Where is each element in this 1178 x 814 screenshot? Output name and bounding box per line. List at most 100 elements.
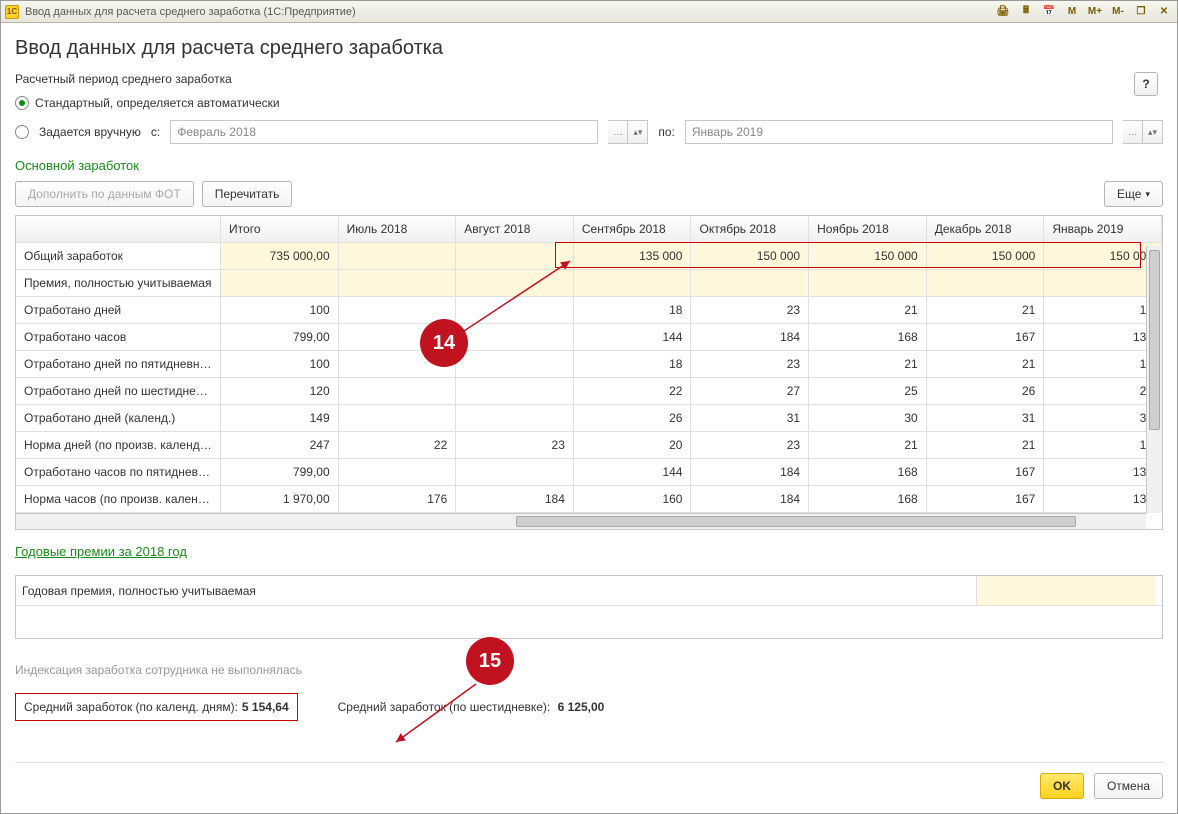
table-cell[interactable]: 167 [926,486,1044,513]
col-header[interactable]: Август 2018 [456,216,574,243]
help-button[interactable]: ? [1134,72,1158,96]
table-cell[interactable] [691,270,809,297]
table-cell[interactable]: 799,00 [221,324,339,351]
table-cell[interactable]: 136 [1044,324,1162,351]
table-cell[interactable]: 136 [1044,459,1162,486]
col-header[interactable]: Декабрь 2018 [926,216,1044,243]
table-cell[interactable]: 30 [809,405,927,432]
cancel-button[interactable]: Отмена [1094,773,1163,799]
mem-m-button[interactable]: M [1063,4,1081,20]
table-row[interactable]: Премия, полностью учитываемая [16,270,1162,297]
table-cell[interactable]: 149 [221,405,339,432]
period-auto-radio[interactable] [15,96,29,110]
table-cell[interactable]: 120 [221,378,339,405]
period-to-input[interactable]: Январь 2019 [685,120,1113,144]
table-cell[interactable]: 17 [1044,351,1162,378]
table-cell[interactable]: 168 [809,486,927,513]
col-header[interactable]: Январь 2019 [1044,216,1162,243]
table-cell[interactable]: 18 [573,297,691,324]
table-cell[interactable]: 150 000 [691,243,809,270]
table-cell[interactable]: 23 [691,351,809,378]
table-cell[interactable]: 21 [809,297,927,324]
table-cell[interactable]: 27 [691,378,809,405]
ok-button[interactable]: OK [1040,773,1084,799]
table-cell[interactable]: 167 [926,459,1044,486]
period-to-stepper[interactable]: ▴▾ [1143,120,1163,144]
table-cell[interactable]: 25 [809,378,927,405]
table-cell[interactable]: 184 [691,324,809,351]
col-header[interactable]: Октябрь 2018 [691,216,809,243]
table-cell[interactable]: 26 [573,405,691,432]
table-cell[interactable]: 18 [573,351,691,378]
table-cell[interactable]: 26 [926,378,1044,405]
table-row[interactable]: Общий заработок735 000,00135 000150 0001… [16,243,1162,270]
table-cell[interactable] [456,378,574,405]
table-cell[interactable] [573,270,691,297]
table-cell[interactable]: 31 [691,405,809,432]
table-cell[interactable] [926,270,1044,297]
table-cell[interactable]: 247 [221,432,339,459]
table-cell[interactable]: 20 [573,432,691,459]
table-cell[interactable]: 176 [338,486,456,513]
horizontal-scrollbar[interactable] [16,513,1146,529]
table-cell[interactable]: 23 [691,297,809,324]
table-cell[interactable]: 17 [1044,297,1162,324]
table-cell[interactable]: 168 [809,459,927,486]
table-row[interactable]: Отработано дней по пятидневной...1001823… [16,351,1162,378]
table-cell[interactable]: 168 [809,324,927,351]
annual-premiums-title[interactable]: Годовые премии за 2018 год [15,544,1163,559]
table-cell[interactable]: 23 [691,432,809,459]
window-close-icon[interactable]: ✕ [1155,4,1173,20]
col-header[interactable]: Сентябрь 2018 [573,216,691,243]
table-cell[interactable] [456,459,574,486]
table-row[interactable]: Отработано часов799,00144184168167136 [16,324,1162,351]
period-from-stepper[interactable]: ▴▾ [628,120,648,144]
table-cell[interactable]: 184 [691,459,809,486]
annual-premiums-table[interactable]: Годовая премия, полностью учитываемая [15,575,1163,639]
table-cell[interactable]: 22 [338,432,456,459]
col-header[interactable]: Ноябрь 2018 [809,216,927,243]
period-from-input[interactable]: Февраль 2018 [170,120,598,144]
table-cell[interactable]: 100 [221,351,339,378]
table-cell[interactable] [456,297,574,324]
fill-from-fot-button[interactable]: Дополнить по данным ФОТ [15,181,194,207]
table-cell[interactable]: 100 [221,297,339,324]
table-cell[interactable] [456,270,574,297]
table-cell[interactable]: 31 [926,405,1044,432]
table-cell[interactable]: 21 [926,351,1044,378]
table-cell[interactable]: 21 [809,351,927,378]
table-cell[interactable] [1044,270,1162,297]
table-row[interactable]: Отработано дней1001823212117 [16,297,1162,324]
table-cell[interactable]: 144 [573,324,691,351]
print-icon[interactable]: 🖨 [994,4,1012,20]
table-cell[interactable]: 1 970,00 [221,486,339,513]
table-cell[interactable] [221,270,339,297]
period-from-picker-button[interactable]: … [608,120,628,144]
table-cell[interactable] [338,378,456,405]
table-cell[interactable]: 799,00 [221,459,339,486]
table-row[interactable]: Отработано дней (календ.)1492631303131 [16,405,1162,432]
table-cell[interactable] [456,324,574,351]
table-cell[interactable] [456,243,574,270]
table-cell[interactable] [338,243,456,270]
table-row[interactable]: Норма часов (по произв. календа...1 970,… [16,486,1162,513]
table-cell[interactable]: 150 000 [926,243,1044,270]
table-cell[interactable]: 23 [456,432,574,459]
table-cell[interactable]: 136 [1044,486,1162,513]
table-cell[interactable]: 21 [926,432,1044,459]
col-header[interactable] [16,216,221,243]
table-cell[interactable] [338,459,456,486]
table-cell[interactable]: 160 [573,486,691,513]
table-cell[interactable]: 184 [691,486,809,513]
table-cell[interactable]: 20 [1044,378,1162,405]
table-cell[interactable] [338,270,456,297]
table-cell[interactable]: 167 [926,324,1044,351]
col-header[interactable]: Июль 2018 [338,216,456,243]
window-restore-icon[interactable]: ❐ [1132,4,1150,20]
table-cell[interactable]: 184 [456,486,574,513]
period-manual-radio[interactable] [15,125,29,139]
table-cell[interactable]: 144 [573,459,691,486]
table-cell[interactable]: 31 [1044,405,1162,432]
calc-icon[interactable]: 🖩 [1017,4,1035,20]
table-cell[interactable] [338,405,456,432]
